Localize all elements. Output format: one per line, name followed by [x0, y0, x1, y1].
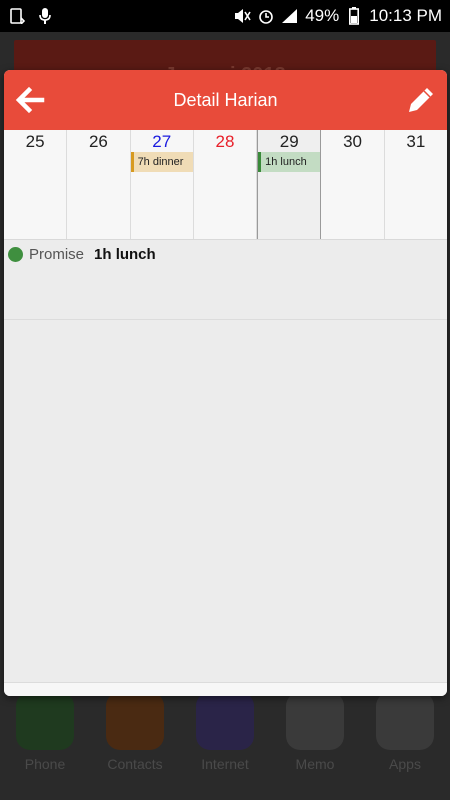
event-chip-dinner[interactable]: 7h dinner	[130, 152, 193, 172]
dock-item-contacts: Contacts	[95, 692, 175, 800]
day-number: 27	[152, 132, 172, 151]
memo-icon	[286, 692, 344, 750]
edit-button[interactable]	[405, 84, 437, 116]
clock-time: 10:13 PM	[369, 6, 442, 25]
screen-rotate-icon	[8, 7, 26, 25]
dock-label: Internet	[201, 756, 249, 772]
day-cell-26[interactable]: 26	[67, 130, 131, 239]
day-number: 29	[279, 132, 299, 151]
dock-item-apps: Apps	[365, 692, 445, 800]
daily-detail-dialog: Detail Harian 25 26 27 7h dinner 28 29 1…	[4, 70, 447, 696]
signal-icon	[281, 7, 299, 25]
pencil-icon	[409, 88, 433, 112]
day-cell-29-selected[interactable]: 29 1h lunch	[257, 130, 322, 239]
list-item-title: 1h lunch	[94, 246, 156, 263]
dock-item-phone: Phone	[5, 692, 85, 800]
list-item[interactable]: Promise 1h lunch	[4, 240, 447, 320]
day-cell-27[interactable]: 27 7h dinner	[130, 130, 194, 239]
day-cell-30[interactable]: 30	[321, 130, 385, 239]
day-number: 30	[343, 132, 362, 151]
dock-label: Memo	[295, 756, 335, 772]
day-number: 28	[215, 132, 235, 151]
dock-item-internet: Internet	[185, 692, 265, 800]
dock-label: Apps	[389, 756, 421, 772]
week-strip: 25 26 27 7h dinner 28 29 1h lunch 30 31	[4, 130, 447, 240]
alarm-icon	[257, 7, 275, 25]
battery-percent: 49%	[305, 6, 340, 25]
day-cell-31[interactable]: 31	[384, 130, 447, 239]
event-chip-lunch[interactable]: 1h lunch	[258, 152, 321, 172]
category-dot-icon	[8, 247, 23, 262]
battery-icon	[345, 7, 363, 25]
dock-label: Contacts	[107, 756, 163, 772]
microphone-icon	[36, 7, 54, 25]
dialog-title: Detail Harian	[173, 89, 278, 110]
day-number: 25	[25, 132, 45, 151]
status-bar: 49% 10:13 PM	[0, 0, 450, 32]
background-dock: Phone Contacts Internet Memo Apps	[0, 692, 450, 800]
dock-label: Phone	[24, 756, 66, 772]
dock-item-memo: Memo	[275, 692, 355, 800]
day-cell-25[interactable]: 25	[4, 130, 68, 239]
mute-icon	[233, 7, 251, 25]
dialog-footer	[4, 682, 447, 696]
dialog-header: Detail Harian	[4, 70, 447, 130]
phone-icon	[16, 692, 74, 750]
contacts-icon	[106, 692, 164, 750]
apps-icon	[376, 692, 434, 750]
day-cell-28[interactable]: 28	[193, 130, 258, 239]
internet-icon	[196, 692, 254, 750]
day-number: 31	[406, 132, 426, 151]
list-item-category: Promise	[29, 246, 85, 263]
day-number: 26	[88, 132, 108, 151]
